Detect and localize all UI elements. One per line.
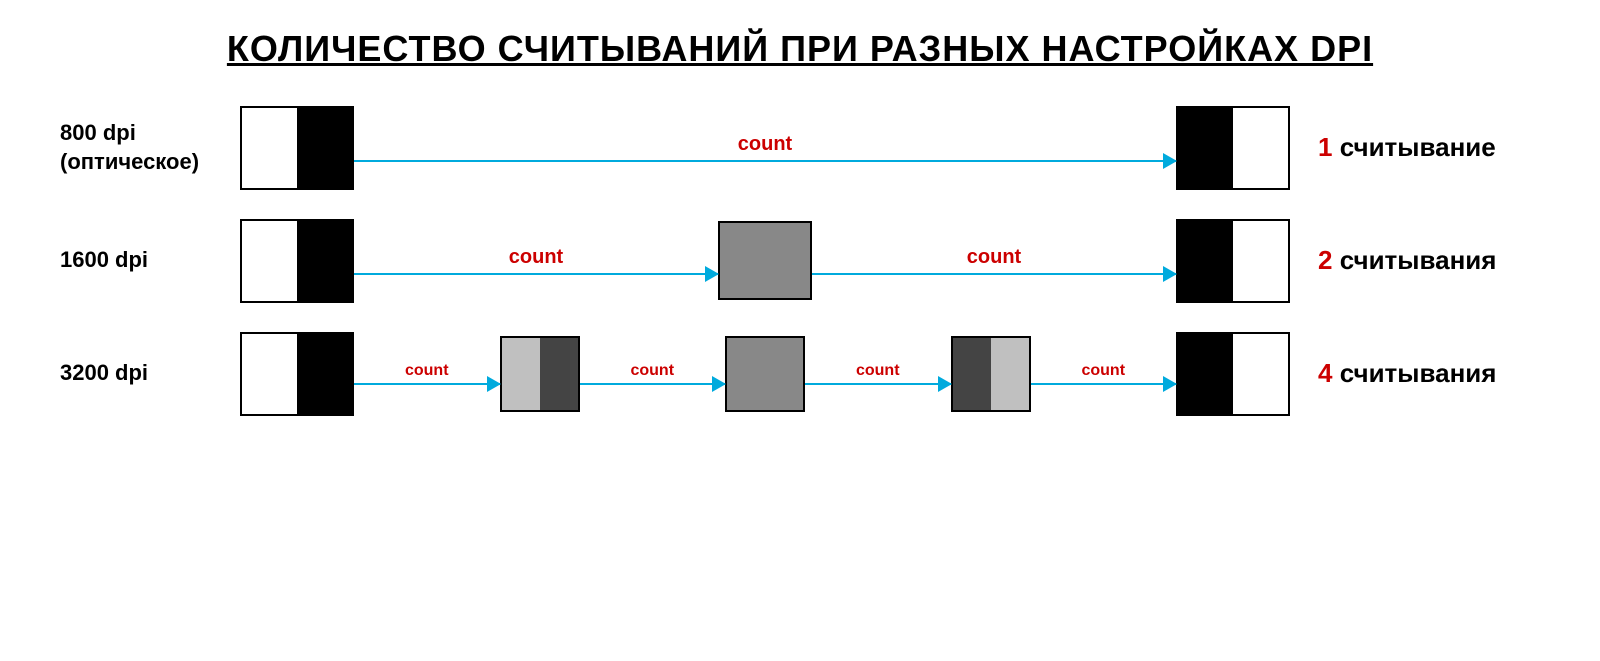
mid2-right-3200 [765,338,803,410]
dest-box-3200 [1176,332,1290,416]
mid3-right-3200 [991,338,1029,410]
arrow4-line-3200 [1031,383,1177,386]
arrow-800: count [354,133,1176,163]
dest-box-black-1600 [1178,221,1233,301]
dest-box-white-3200 [1233,334,1288,414]
mid2-left-3200 [727,338,765,410]
arrow2-1600: count [812,246,1176,276]
arrow3-line-3200 [805,383,951,386]
result-number-1600: 2 [1318,245,1332,275]
arrow1-label-1600: count [509,246,563,269]
source-box-800 [240,106,354,190]
arrow2-label-1600: count [967,246,1021,269]
arrow2-line-3200 [580,383,726,386]
source-box-3200 [240,332,354,416]
mid3-left-3200 [953,338,991,410]
result-800: 1 считывание [1290,132,1540,163]
dest-box-white-800 [1233,108,1288,188]
label-800dpi: 800 dpi(оптическое) [60,119,240,176]
dest-box-white-1600 [1233,221,1288,301]
result-text-3200: считывания [1332,358,1496,388]
arrow2-label-3200: count [630,362,674,380]
mid1-left-3200 [502,338,540,410]
arrow-line-800 [354,160,1176,163]
label-3200dpi: 3200 dpi [60,359,240,388]
arrow1-3200: count [354,362,500,386]
source-box-1600 [240,219,354,303]
arrow3-label-3200: count [856,362,900,380]
row-800dpi: 800 dpi(оптическое) count 1 считывание [60,100,1540,195]
arrow2-line-1600 [812,273,1176,276]
mid-box-right-1600 [765,223,810,298]
result-number-800: 1 [1318,132,1332,162]
row-1600dpi: 1600 dpi count count [60,213,1540,308]
dest-box-black-800 [1178,108,1233,188]
dest-box-black-3200 [1178,334,1233,414]
arrow1-line-1600 [354,273,718,276]
arrow-label-800: count [738,133,792,156]
arrow3-3200: count [805,362,951,386]
dest-box-1600 [1176,219,1290,303]
mid3-box-3200 [951,336,1031,412]
result-number-3200: 4 [1318,358,1332,388]
box-black-3200 [297,334,352,414]
box-white-3200 [242,334,297,414]
box-black-800 [297,108,352,188]
row-3200dpi: 3200 dpi count count [60,326,1540,421]
result-text-800: считывание [1332,132,1495,162]
box-white-800 [242,108,297,188]
arrow1-1600: count [354,246,718,276]
mid2-box-3200 [725,336,805,412]
dest-box-800 [1176,106,1290,190]
result-text-1600: считывания [1332,245,1496,275]
label-1600dpi: 1600 dpi [60,246,240,275]
arrow2-3200: count [580,362,726,386]
mid-box-1600 [718,221,812,300]
mid1-right-3200 [540,338,578,410]
page-title: КОЛИЧЕСТВО СЧИТЫВАНИЙ ПРИ РАЗНЫХ НАСТРОЙ… [0,0,1600,100]
arrow4-label-3200: count [1081,362,1125,380]
result-1600: 2 считывания [1290,245,1540,276]
mid-box-left-1600 [720,223,765,298]
box-white-1600 [242,221,297,301]
box-black-1600 [297,221,352,301]
arrow1-label-3200: count [405,362,449,380]
result-3200: 4 считывания [1290,358,1540,389]
mid1-box-3200 [500,336,580,412]
arrow4-3200: count [1031,362,1177,386]
arrow1-line-3200 [354,383,500,386]
